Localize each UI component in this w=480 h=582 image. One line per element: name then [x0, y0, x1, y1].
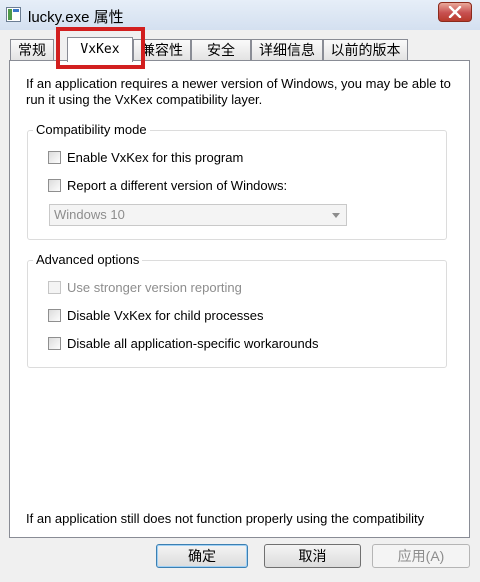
advanced-options-title: Advanced options	[33, 252, 143, 268]
stronger-version-reporting-checkbox	[48, 280, 61, 294]
annotation-highlight-box	[56, 27, 145, 69]
window-title: lucky.exe 属性	[28, 9, 124, 26]
tab-previous-versions[interactable]: 以前的版本	[323, 39, 408, 60]
close-button[interactable]	[438, 2, 472, 22]
disable-child-processes-checkbox[interactable]	[48, 308, 61, 322]
report-version-option[interactable]: Report a different version of Windows:	[48, 177, 287, 193]
stronger-version-reporting-label: Use stronger version reporting	[67, 279, 242, 295]
title-bar[interactable]: lucky.exe 属性	[0, 0, 480, 30]
disable-workarounds-checkbox[interactable]	[48, 336, 61, 350]
footer-help-text: If an application still does not functio…	[26, 511, 425, 526]
windows-version-value: Windows 10	[54, 207, 125, 222]
ok-button[interactable]: 确定	[156, 544, 248, 568]
windows-version-select[interactable]: Windows 10	[49, 204, 347, 226]
tab-security[interactable]: 安全	[191, 39, 251, 60]
enable-vxkex-label[interactable]: Enable VxKex for this program	[67, 150, 243, 165]
report-version-checkbox[interactable]	[48, 178, 61, 192]
disable-child-processes-label[interactable]: Disable VxKex for child processes	[67, 308, 264, 323]
tab-details[interactable]: 详细信息	[251, 39, 323, 60]
cancel-button[interactable]: 取消	[264, 544, 361, 568]
stronger-version-reporting-option: Use stronger version reporting	[48, 279, 242, 295]
disable-workarounds-option[interactable]: Disable all application-specific workaro…	[48, 335, 318, 351]
properties-window: lucky.exe 属性 常规 VxKex 兼容性 安全 详细信息 以前的版本 …	[0, 0, 480, 582]
enable-vxkex-checkbox[interactable]	[48, 150, 61, 164]
apply-button[interactable]: 应用(A)	[372, 544, 470, 568]
app-window-icon	[6, 7, 21, 22]
close-icon	[448, 6, 462, 18]
chevron-down-icon	[332, 213, 340, 218]
compatibility-mode-title: Compatibility mode	[33, 122, 150, 138]
enable-vxkex-option[interactable]: Enable VxKex for this program	[48, 149, 243, 165]
tab-general[interactable]: 常规	[10, 39, 54, 60]
intro-text: If an application requires a newer versi…	[26, 76, 451, 107]
disable-child-processes-option[interactable]: Disable VxKex for child processes	[48, 307, 264, 323]
disable-workarounds-label[interactable]: Disable all application-specific workaro…	[67, 336, 318, 351]
report-version-label[interactable]: Report a different version of Windows:	[67, 178, 287, 193]
